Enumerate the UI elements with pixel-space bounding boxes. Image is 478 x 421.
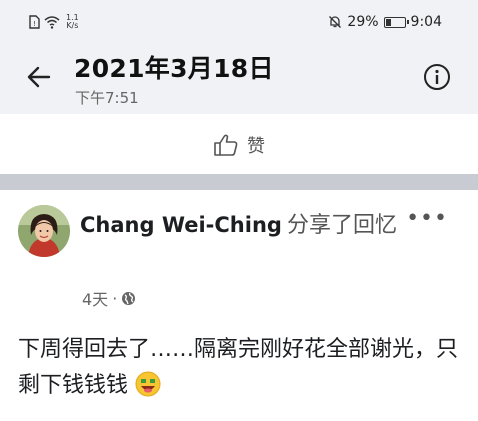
author-name[interactable]: Chang Wei-Ching <box>80 213 282 237</box>
back-arrow-icon[interactable] <box>22 60 56 94</box>
money-face-emoji-icon <box>135 371 161 397</box>
section-divider <box>0 174 478 190</box>
post-header: Chang Wei-Ching 分享了回忆 <box>80 208 410 244</box>
author-avatar[interactable] <box>18 205 70 257</box>
battery-percent: 29% <box>347 14 379 30</box>
post-text: 下周得回去了……隔离完刚好花全部谢光，只剩下钱钱钱 <box>18 337 459 398</box>
meta-separator: · <box>112 288 118 308</box>
avatar-image <box>18 205 70 257</box>
header-divider <box>0 108 478 114</box>
page-subtitle: 下午7:51 <box>75 89 139 107</box>
post-body: 下周得回去了……隔离完刚好花全部谢光，只剩下钱钱钱 <box>18 332 463 404</box>
info-icon[interactable] <box>422 62 452 92</box>
battery-icon <box>383 16 409 28</box>
post-time[interactable]: 4天 <box>82 286 108 310</box>
page-header: 2021年3月18日 下午7:51 <box>0 46 478 108</box>
status-bar: ! 1.1 K/s 29% 9:04 <box>0 0 478 46</box>
mute-bell-icon <box>329 16 342 28</box>
like-label: 赞 <box>247 136 265 157</box>
network-speed: 1.1 K/s <box>66 14 79 30</box>
network-speed-unit: K/s <box>66 21 79 30</box>
wifi-icon <box>44 16 60 29</box>
svg-text:!: ! <box>33 20 36 28</box>
post-meta: 4天 · <box>82 286 136 310</box>
globe-icon <box>122 291 136 305</box>
status-right: 29% 9:04 <box>328 14 442 30</box>
like-button[interactable]: 赞 <box>0 120 478 170</box>
thumbs-up-icon <box>214 134 238 156</box>
status-left: ! 1.1 K/s <box>28 14 79 30</box>
post-action-text: 分享了回忆 <box>287 213 398 238</box>
clock: 9:04 <box>410 14 442 30</box>
page-title: 2021年3月18日 <box>74 54 274 83</box>
battery-fill <box>385 18 391 26</box>
sim-card-icon: ! <box>29 15 40 29</box>
more-options-button[interactable]: ••• <box>406 206 448 231</box>
